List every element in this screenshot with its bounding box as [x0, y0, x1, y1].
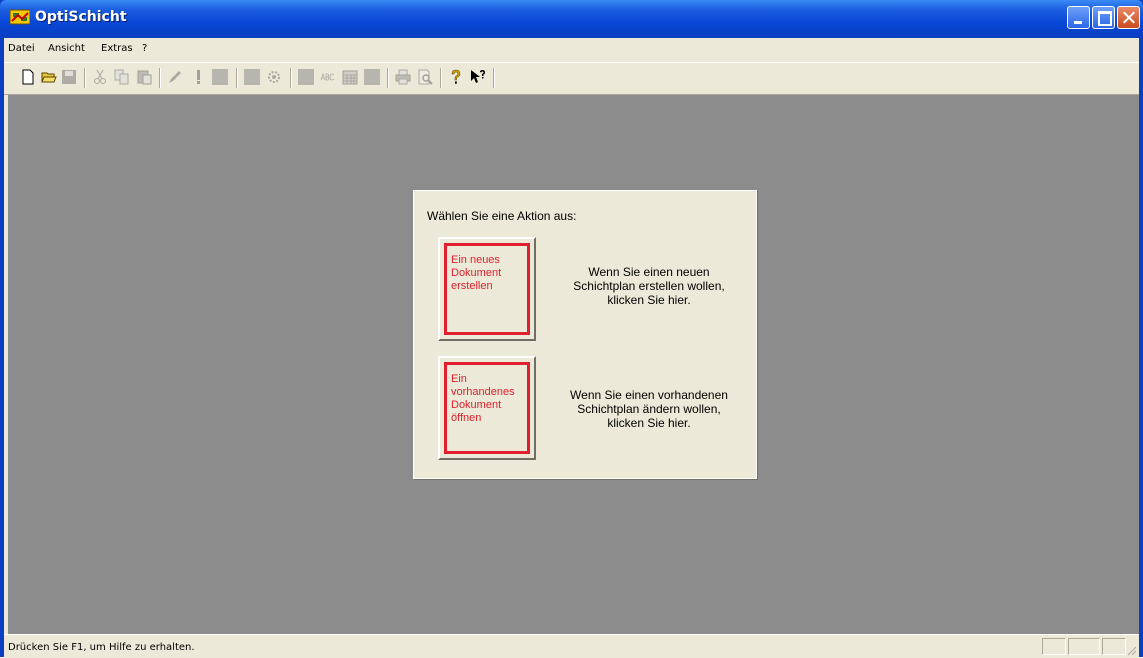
menu-ansicht[interactable]: Ansicht [48, 43, 85, 54]
minimize-icon[interactable] [1067, 6, 1090, 29]
abc-icon[interactable] [320, 69, 336, 85]
action-dialog: Wählen Sie eine Aktion aus: Ein neues Do… [413, 190, 757, 479]
print-icon[interactable] [395, 69, 411, 85]
status-pane [1102, 638, 1126, 655]
menu-help[interactable]: ? [142, 43, 147, 54]
title-bar[interactable]: OptiSchicht [0, 0, 1143, 38]
status-pane [1042, 638, 1066, 655]
calendar-icon[interactable] [342, 69, 358, 85]
open-document-button-label: Ein vorhandenes Dokument öffnen [444, 362, 530, 454]
new-document-icon[interactable] [20, 69, 36, 85]
print-preview-icon[interactable] [417, 69, 433, 85]
toolbar-separator [159, 68, 161, 88]
maximize-icon[interactable] [1092, 6, 1115, 29]
save-icon[interactable] [61, 69, 77, 85]
close-icon[interactable] [1117, 6, 1140, 29]
toolbar-separator [493, 68, 495, 88]
menu-extras[interactable]: Extras [101, 43, 133, 54]
toolbar-separator [387, 68, 389, 88]
gear-icon[interactable] [266, 69, 282, 85]
cut-icon[interactable] [92, 69, 108, 85]
status-pane [1068, 638, 1100, 655]
dialog-prompt: Wählen Sie eine Aktion aus: [427, 209, 577, 223]
workspace: Wählen Sie eine Aktion aus: Ein neues Do… [8, 95, 1139, 634]
status-bar: Drücken Sie F1, um Hilfe zu erhalten. [4, 634, 1139, 658]
square-icon[interactable] [244, 69, 260, 85]
toolbar-separator [84, 68, 86, 88]
open-folder-icon[interactable] [41, 69, 57, 85]
help-icon[interactable] [448, 69, 464, 85]
window-title: OptiSchicht [35, 9, 127, 25]
square-icon[interactable] [364, 69, 380, 85]
square-icon[interactable] [298, 69, 314, 85]
toolbar [4, 62, 1139, 95]
status-text: Drücken Sie F1, um Hilfe zu erhalten. [8, 642, 195, 653]
context-help-icon[interactable] [470, 69, 486, 85]
exclamation-icon[interactable] [190, 69, 206, 85]
toolbar-separator [440, 68, 442, 88]
copy-icon[interactable] [114, 69, 130, 85]
open-document-description: Wenn Sie einen vorhandenen Schichtplan ä… [570, 388, 728, 430]
toolbar-separator [290, 68, 292, 88]
app-window: OptiSchicht Datei Ansicht Extras ? Wähle… [0, 0, 1143, 658]
paste-icon[interactable] [136, 69, 152, 85]
menu-datei[interactable]: Datei [8, 43, 35, 54]
pencil-icon[interactable] [167, 69, 183, 85]
menu-bar: Datei Ansicht Extras ? [4, 38, 1139, 60]
new-document-button-label: Ein neues Dokument erstellen [444, 243, 530, 335]
resize-grip-icon[interactable] [1127, 646, 1137, 656]
square-icon[interactable] [212, 69, 228, 85]
app-icon [10, 9, 30, 25]
open-document-button[interactable]: Ein vorhandenes Dokument öffnen [438, 356, 536, 460]
toolbar-separator [236, 68, 238, 88]
new-document-button[interactable]: Ein neues Dokument erstellen [438, 237, 536, 341]
new-document-description: Wenn Sie einen neuen Schichtplan erstell… [573, 265, 725, 307]
client-area: Datei Ansicht Extras ? Wählen Sie eine A… [4, 38, 1139, 658]
